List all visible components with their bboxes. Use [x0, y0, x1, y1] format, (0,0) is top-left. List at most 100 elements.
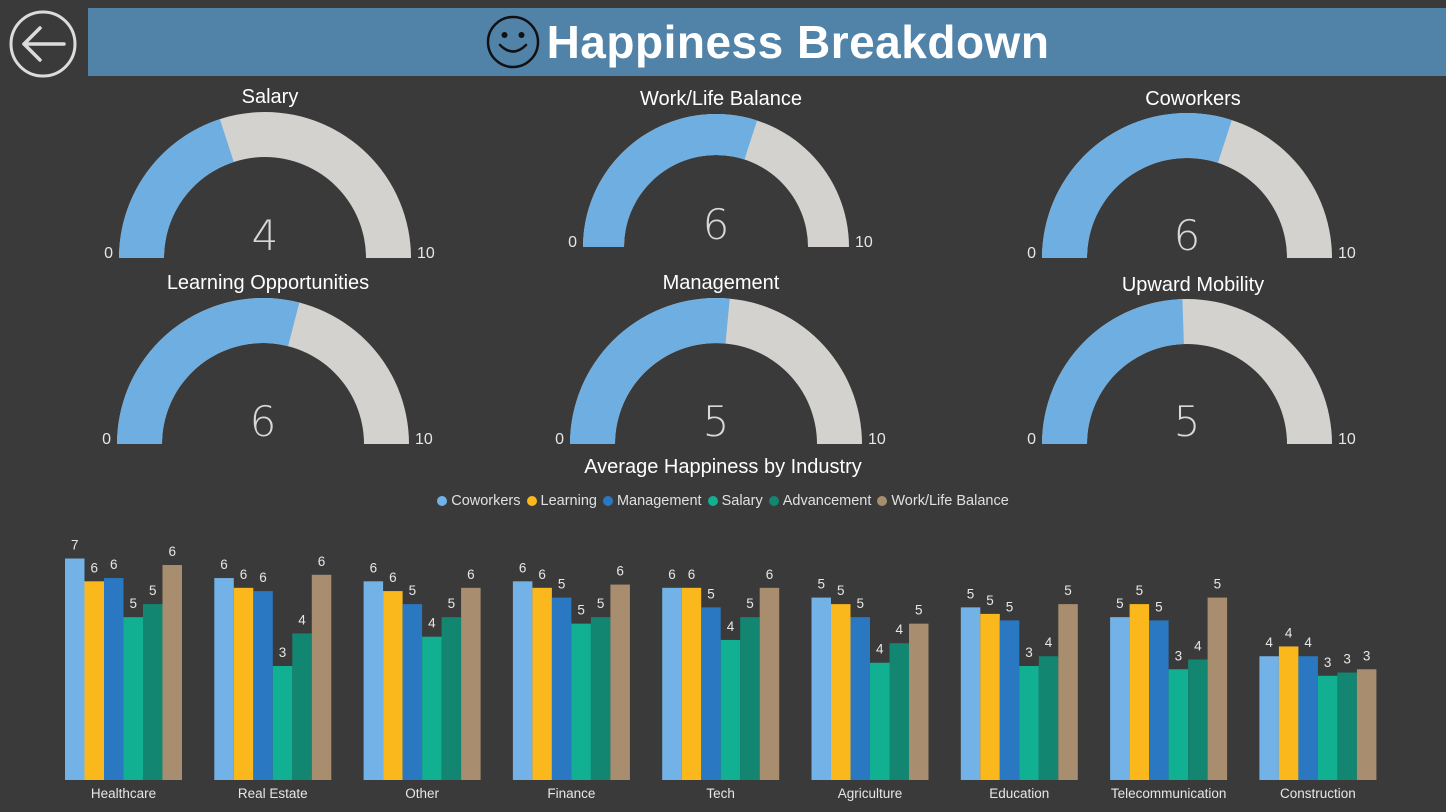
bar[interactable] — [1019, 666, 1039, 780]
bar[interactable] — [551, 597, 572, 780]
bar[interactable] — [123, 617, 144, 780]
data-label: 5 — [1116, 596, 1124, 611]
bar[interactable] — [422, 636, 442, 780]
data-label: 6 — [370, 560, 378, 575]
data-label: 6 — [668, 567, 676, 582]
data-label: 6 — [616, 564, 624, 579]
bar[interactable] — [740, 617, 760, 780]
bar[interactable] — [84, 581, 105, 780]
bar[interactable] — [512, 581, 533, 780]
bar[interactable] — [311, 574, 332, 780]
legend-item[interactable]: Management — [602, 493, 702, 509]
bar-group: 76 6556Healthcare — [65, 538, 182, 801]
bar[interactable] — [870, 662, 890, 780]
bar[interactable] — [162, 565, 183, 780]
gauge-min-label: 0 — [568, 234, 577, 251]
bar[interactable] — [720, 639, 741, 780]
data-label: 3 — [1363, 648, 1371, 663]
bar[interactable] — [960, 607, 981, 780]
bar[interactable] — [1149, 620, 1169, 780]
gauge-min-label: 0 — [1027, 431, 1036, 448]
data-label: 5 — [409, 583, 417, 598]
bar[interactable] — [831, 604, 851, 780]
data-label: 5 — [986, 593, 994, 608]
gauge-learning-opportunities: 6 0 10 — [102, 298, 433, 448]
data-label: 5 — [1006, 599, 1014, 614]
gauge-upward-mobility: 5 0 10 — [1027, 299, 1356, 448]
gauges-graphic: 4 0 10 6 0 10 6 0 10 6 0 10 5 0 10 5 0 10 — [102, 112, 1356, 448]
data-label: 4 — [1265, 635, 1273, 650]
bar[interactable] — [980, 613, 1000, 780]
legend-label: Management — [616, 493, 702, 509]
bar[interactable] — [1259, 656, 1279, 780]
data-label: 5 — [915, 603, 923, 618]
bar[interactable] — [363, 581, 384, 780]
bar[interactable] — [759, 587, 780, 780]
bar[interactable] — [681, 587, 702, 780]
bar-group: 6 65456Tech — [662, 567, 780, 801]
bar[interactable] — [292, 633, 312, 780]
data-label: 5 — [707, 586, 715, 601]
bar[interactable] — [1110, 617, 1130, 780]
bar[interactable] — [143, 604, 163, 780]
bar[interactable] — [1278, 646, 1299, 780]
bar[interactable] — [65, 558, 85, 780]
bar[interactable] — [253, 591, 273, 780]
bar-group: 5 5 5345Education — [960, 583, 1078, 801]
bar[interactable] — [1207, 597, 1228, 780]
legend-item[interactable]: Advancement — [768, 493, 871, 509]
category-label: Other — [405, 786, 439, 801]
bar[interactable] — [811, 597, 832, 780]
data-label: 6 — [766, 567, 774, 582]
bar[interactable] — [214, 578, 234, 780]
data-label: 5 — [558, 577, 566, 592]
bar[interactable] — [532, 587, 552, 780]
gauge-max-label: 10 — [415, 431, 433, 448]
bar[interactable] — [1317, 675, 1338, 780]
bar[interactable] — [1038, 656, 1059, 780]
bar[interactable] — [1058, 604, 1078, 780]
bar[interactable] — [571, 623, 591, 780]
bar[interactable] — [1188, 659, 1208, 780]
bar[interactable] — [383, 591, 403, 780]
bar[interactable] — [461, 587, 481, 780]
bar[interactable] — [1129, 604, 1150, 780]
bar[interactable] — [850, 617, 871, 780]
bar[interactable] — [441, 617, 462, 780]
bar[interactable] — [909, 623, 929, 780]
gauge-min-label: 0 — [1027, 245, 1036, 262]
data-label: 4 — [876, 642, 884, 657]
bar[interactable] — [1168, 669, 1189, 780]
gauge-value: 5 — [703, 397, 730, 446]
bar[interactable] — [701, 607, 721, 780]
bar[interactable] — [1337, 672, 1357, 780]
bar[interactable] — [889, 643, 910, 780]
data-label: 6 — [168, 544, 176, 559]
gauge-max-label: 10 — [868, 431, 886, 448]
bar[interactable] — [233, 587, 254, 780]
bar[interactable] — [1356, 669, 1377, 780]
bar[interactable] — [999, 620, 1020, 780]
legend-marker — [707, 496, 718, 506]
gauge-min-label: 0 — [104, 245, 113, 262]
legend-item[interactable]: Salary — [707, 493, 763, 509]
bar[interactable] — [402, 604, 423, 780]
legend-marker — [526, 496, 537, 506]
data-label: 6 — [240, 567, 248, 582]
data-label: 3 — [1324, 655, 1332, 670]
legend-item[interactable]: Learning — [526, 493, 597, 509]
bar[interactable] — [1298, 656, 1318, 780]
gauge-fill — [1042, 112, 1232, 258]
legend-item[interactable]: Work/Life Balance — [877, 493, 1009, 509]
data-label: 5 — [837, 583, 845, 598]
data-label: 6 — [318, 554, 326, 569]
bar[interactable] — [610, 584, 630, 780]
bar[interactable] — [104, 578, 124, 780]
data-label: 4 — [298, 612, 306, 627]
bar[interactable] — [662, 587, 682, 780]
gauge-value: 6 — [250, 397, 277, 446]
category-label: Construction — [1280, 786, 1356, 801]
bar[interactable] — [590, 617, 611, 780]
bar[interactable] — [272, 666, 293, 780]
legend-item[interactable]: Coworkers — [437, 493, 521, 509]
